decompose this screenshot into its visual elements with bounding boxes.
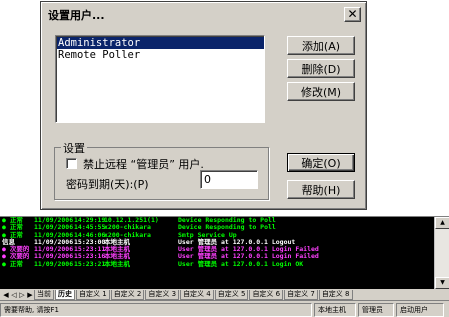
log-source: 本地主机 [104,259,130,268]
status-user: 管理员 [358,303,394,317]
delete-button[interactable]: 删除(D) [287,59,355,78]
status-host: 本地主机 [314,303,356,317]
help-button[interactable]: 帮助(H) [287,180,355,199]
user-listbox[interactable]: Administrator Remote Poller [55,35,265,123]
log-tab[interactable]: 自定义 7 [284,290,318,300]
tab-last-icon[interactable]: ▶ [26,290,34,300]
log-tab[interactable]: 历史 [55,290,75,300]
dialog-title: 设置用户... [48,8,105,22]
user-list-item[interactable]: Administrator [57,37,264,49]
close-button[interactable]: ✕ [344,7,361,22]
log-date: 11/09/2006 [34,259,74,268]
disable-remote-admin-label: 禁止远程 “管理员” 用户. [83,158,204,171]
settings-group-label: 设置 [61,140,87,156]
modify-button[interactable]: 修改(M) [287,82,355,101]
log-time: 15:23:21 [74,259,106,268]
user-list-item[interactable]: Remote Poller [57,49,263,61]
log-tab[interactable]: 自定义 8 [318,290,353,300]
password-expiry-input[interactable]: 0 [200,170,258,189]
status-bar: 需要帮助, 请按F1 本地主机 管理员 启动用户 [0,303,449,317]
log-tab[interactable]: 自定义 4 [180,290,214,300]
password-expiry-label: 密码到期(天):(P) [66,178,149,191]
tab-first-icon[interactable]: ◀ [2,290,10,300]
event-log-table[interactable]: ● 正常 11/09/2006 14:29:19 10.12.1.251(1) Devi… [0,217,434,289]
tab-next-icon[interactable]: ▷ [18,290,26,300]
log-message: User 管理员 at 127.0.0.1 Login OK [178,259,304,268]
log-tab[interactable]: 当前 [34,290,54,300]
scroll-down-icon[interactable]: ▼ [435,277,449,289]
log-status: ● 正常 [2,259,23,268]
log-vertical-scrollbar[interactable]: ▲ ▼ [434,217,449,289]
log-tab-bar: ◀ ◁ ▷ ▶ 当前 历史 自定义 1 自定义 2 自定义 3 自定义 4 自定义 5 自定义… [0,290,449,301]
disable-remote-admin-checkbox[interactable] [66,158,77,169]
tab-prev-icon[interactable]: ◁ [10,290,18,300]
event-log-window: ● 正常 11/09/2006 14:29:19 10.12.1.251(1) Devi… [0,216,449,317]
dialog-titlebar: 设置用户... ✕ [44,5,363,24]
status-mode: 启动用户 [396,303,444,317]
log-tab[interactable]: 自定义 1 [76,290,110,300]
log-row[interactable]: ● 正常 11/09/2006 15:23:21 本地主机 User 管理员 at 12… [0,259,434,268]
status-hint: 需要帮助, 请按F1 [0,303,312,317]
log-tab[interactable]: 自定义 3 [145,290,180,300]
ok-button[interactable]: 确定(O) [287,153,355,172]
log-tab[interactable]: 自定义 6 [249,290,284,300]
log-tab[interactable]: 自定义 2 [110,290,145,300]
log-tab[interactable]: 自定义 5 [214,290,249,300]
settings-groupbox: 设置 禁止远程 “管理员” 用户. 密码到期(天):(P) 0 [54,140,269,200]
scroll-up-icon[interactable]: ▲ [435,217,449,229]
setup-users-dialog: 设置用户... ✕ Administrator Remote Poller 添加(… [40,1,367,210]
close-icon: ✕ [347,7,358,21]
add-button[interactable]: 添加(A) [287,36,355,55]
